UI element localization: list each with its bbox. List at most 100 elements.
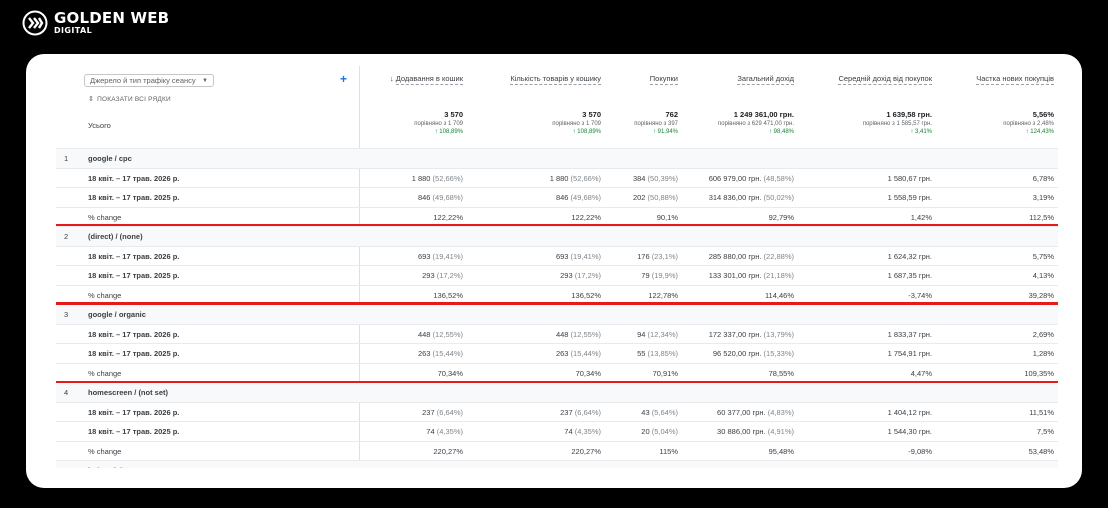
metric-cell: 1 754,91 грн. (797, 344, 932, 363)
column-header-label: Додавання в кошик (395, 74, 463, 85)
metric-value: 92,79% (768, 212, 794, 222)
metric-value: 1,42% (910, 212, 932, 222)
metric-cell: 92,79% (679, 208, 794, 227)
metric-cell: 293 (17,2%) (323, 266, 463, 285)
metric-value: 263 (555, 349, 569, 358)
metric-cell: 115% (603, 442, 678, 461)
metric-value: 263 (417, 349, 431, 358)
total-cell: 762 порівняно з 397 ↑ 91,94% (603, 110, 678, 136)
metric-cell: 43 (5,64%) (603, 403, 678, 422)
metric-cell: 220,27% (323, 442, 463, 461)
metric-share: (13,79%) (761, 329, 794, 339)
row-index: 2 (64, 232, 69, 241)
metric-cell: 96 520,00 грн. (15,33%) (679, 344, 794, 363)
metric-cell: 693 (19,41%) (471, 247, 601, 266)
metric-value: 1 880 (411, 173, 431, 183)
metric-value: 122,78% (648, 290, 678, 300)
metric-cell: 122,22% (471, 208, 601, 227)
metric-value: 43 (641, 407, 650, 417)
metric-share: (52,66%) (568, 173, 601, 183)
metric-cell: 122,78% (603, 286, 678, 305)
metric-share: (5,64%) (649, 407, 678, 417)
metric-value: 112,5% (1029, 212, 1054, 222)
metric-value: 60 377,00 грн. (717, 407, 766, 417)
dimension-value: google / cpc (88, 154, 132, 163)
column-header[interactable]: Середній дохід від покупок (797, 74, 932, 85)
total-cell: 1 639,58 грн. порівняно з 1 585,57 грн. ↑ … (797, 110, 932, 136)
total-cell: 3 570 порівняно з 1 709 ↑ 108,89% (323, 110, 463, 136)
row-index: 5 (64, 461, 68, 468)
metric-value: 448 (417, 329, 431, 339)
metric-cell: 4,47% (797, 364, 932, 383)
metric-cell: 1 404,12 грн. (797, 403, 932, 422)
table-row: % change 136,52% 136,52% 122,78% 114,46% -3,7… (56, 284, 1058, 305)
change-label: % change (88, 212, 122, 222)
metric-share: (49,68%) (568, 193, 601, 202)
metric-cell: 7,5% (934, 422, 1054, 441)
metric-value: 11,51% (1029, 407, 1054, 417)
metric-value: 4,13% (1032, 271, 1054, 280)
metric-cell: 846 (49,68%) (471, 188, 601, 207)
metric-cell: 1,28% (934, 344, 1054, 363)
metric-share: (21,18%) (761, 271, 794, 280)
total-compare: порівняно з 1 709 (414, 121, 463, 128)
show-all-rows-button[interactable]: ⇕ ПОКАЗАТИ ВСІ РЯДКИ (88, 95, 171, 104)
metric-value: 109,35% (1024, 368, 1054, 378)
metric-value: 1 544,30 грн. (887, 427, 932, 436)
metric-cell: 53,48% (934, 442, 1054, 461)
metric-value: 448 (555, 329, 569, 339)
column-header[interactable]: ↓ Додавання в кошик (323, 74, 463, 85)
metric-share: (13,85%) (645, 349, 678, 358)
group-row[interactable]: 5 ig / social (56, 460, 1058, 468)
metric-value: 1 558,59 грн. (887, 193, 932, 202)
metric-cell: 6,78% (934, 169, 1054, 188)
metric-value: 1 404,12 грн. (887, 407, 932, 417)
column-header[interactable]: Кількість товарів у кошику (471, 74, 601, 85)
metric-cell: 136,52% (471, 286, 601, 305)
total-change: ↑ 91,94% (652, 129, 678, 136)
metric-cell: -9,08% (797, 442, 932, 461)
metric-value: 74 (426, 427, 435, 436)
group-row[interactable]: 2 (direct) / (none) (56, 226, 1058, 246)
metric-cell: 1 624,32 грн. (797, 247, 932, 266)
group-row[interactable]: 1 google / cpc (56, 148, 1058, 168)
date-range-label: 18 квіт. – 17 трав. 2026 р. (88, 329, 180, 339)
group-row[interactable]: 4 homescreen / (not set) (56, 382, 1058, 402)
metric-value: 237 (560, 407, 573, 417)
show-all-label: ПОКАЗАТИ ВСІ РЯДКИ (97, 95, 171, 103)
metric-share: (12,55%) (568, 329, 601, 339)
metric-share: (19,41%) (568, 251, 601, 261)
metric-cell: 39,28% (934, 286, 1054, 305)
brand-subtitle: DIGITAL (54, 26, 93, 35)
table-row: 18 квіт. – 17 трав. 2025 р. 74 (4,35%) 74 … (56, 421, 1058, 441)
metric-cell: 55 (13,85%) (603, 344, 678, 363)
expand-icon: ⇕ (88, 96, 95, 103)
dimension-dropdown[interactable]: Джерело й тип трафіку сеансу ▼ (84, 74, 214, 87)
column-header[interactable]: Загальний дохід (679, 74, 794, 85)
metric-cell: 5,75% (934, 247, 1054, 266)
metric-cell: 74 (4,35%) (471, 422, 601, 441)
metric-value: 1 687,35 грн. (887, 271, 932, 280)
metric-cell: 70,34% (471, 364, 601, 383)
total-value: 762 (665, 110, 678, 119)
date-range-label: 18 квіт. – 17 трав. 2025 р. (88, 193, 180, 202)
metric-cell: 1 687,35 грн. (797, 266, 932, 285)
total-change: ↑ 124,43% (1025, 129, 1054, 136)
column-header[interactable]: Покупки (603, 74, 678, 85)
total-cell: 3 570 порівняно з 1 709 ↑ 108,89% (471, 110, 601, 136)
total-compare: порівняно з 629 471,00 грн. (718, 121, 794, 128)
metric-value: 220,27% (433, 446, 463, 456)
metric-share: (6,64%) (572, 407, 601, 417)
group-row[interactable]: 3 google / organic (56, 304, 1058, 324)
metric-value: 79 (641, 271, 650, 280)
metric-cell: 95,48% (679, 442, 794, 461)
metric-cell: 30 886,00 грн. (4,91%) (679, 422, 794, 441)
metric-value: 1 624,32 грн. (887, 251, 932, 261)
sort-arrow-down-icon: ↓ (389, 74, 394, 83)
column-header[interactable]: Частка нових покупців (934, 74, 1054, 85)
metric-cell: 60 377,00 грн. (4,83%) (679, 403, 794, 422)
total-value: 3 570 (444, 110, 463, 119)
metric-cell: 2,69% (934, 325, 1054, 344)
metric-value: 176 (637, 251, 650, 261)
chevron-down-icon: ▼ (202, 77, 208, 84)
